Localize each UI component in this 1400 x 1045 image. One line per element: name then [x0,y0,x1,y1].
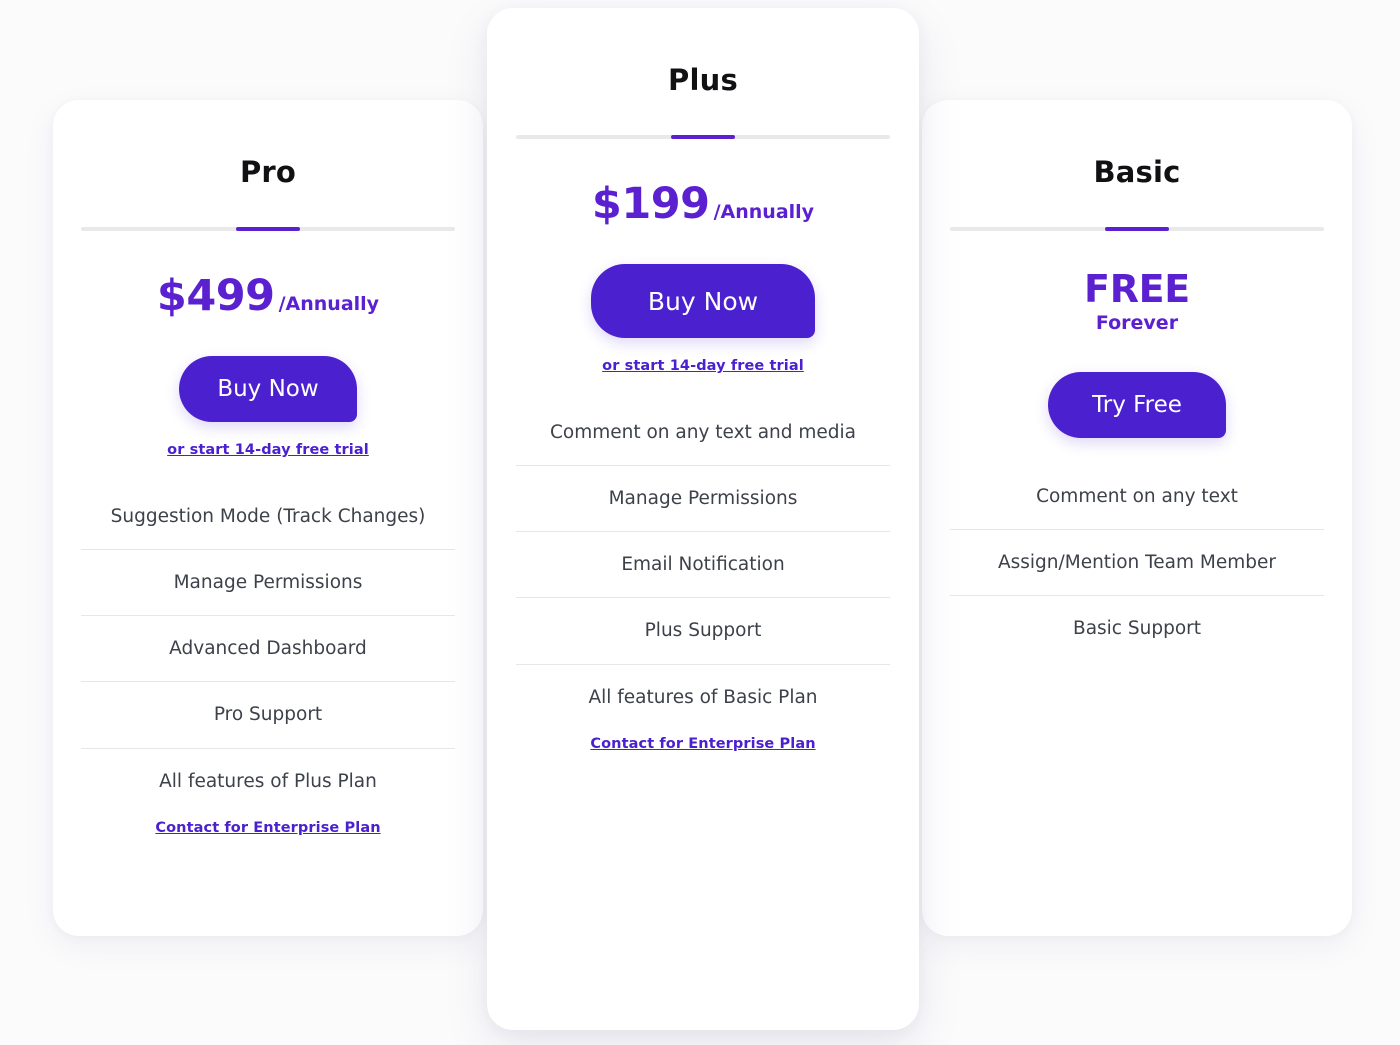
buy-now-button-plus[interactable]: Buy Now [591,264,815,338]
feature-item: All features of Plus Plan [159,770,377,792]
buy-now-button-pro[interactable]: Buy Now [179,356,357,422]
feature-list-basic: Comment on any text Assign/Mention Team … [950,464,1324,661]
feature-item: Manage Permissions [81,550,455,617]
feature-item: Basic Support [1073,617,1201,639]
price-period-pro: /Annually [278,293,380,315]
feature-item: Assign/Mention Team Member [950,530,1324,596]
feature-item: Suggestion Mode (Track Changes) [81,484,455,551]
feature-list-pro: Suggestion Mode (Track Changes) Manage P… [81,484,455,814]
plan-title-plus: Plus [668,63,738,97]
price-basic: FREE Forever [1084,267,1190,335]
feature-item: Manage Permissions [516,466,890,533]
enterprise-contact-link-pro[interactable]: Contact for Enterprise Plan [155,820,380,836]
try-free-button-basic[interactable]: Try Free [1048,371,1226,438]
feature-item: Advanced Dashboard [81,616,455,683]
feature-list-plus: Comment on any text and media Manage Per… [516,400,890,730]
price-period-plus: /Annually [713,201,815,223]
title-divider-basic [950,227,1324,231]
price-amount-plus: $199 [591,179,710,229]
title-divider-plus [516,135,890,139]
price-free-label: FREE [1084,267,1190,311]
pricing-page: Pro $499 /Annually Buy Now or start 14-d… [0,0,1400,1045]
feature-item: All features of Basic Plan [588,686,818,708]
price-free-sublabel: Forever [1095,312,1179,335]
enterprise-contact-link-plus[interactable]: Contact for Enterprise Plan [590,736,815,752]
pricing-card-plus: Plus $199 /Annually Buy Now or start 14-… [487,8,919,1030]
price-plus: $199 /Annually [592,183,814,226]
price-amount-pro: $499 [156,271,275,321]
plan-title-basic: Basic [1093,155,1181,189]
title-divider-pro [81,227,455,231]
plan-title-pro: Pro [239,155,297,189]
price-pro: $499 /Annually [157,275,379,318]
pricing-card-basic: Basic FREE Forever Try Free Comment on a… [922,100,1352,936]
free-trial-link-plus[interactable]: or start 14-day free trial [602,358,804,374]
feature-item: Plus Support [516,598,890,665]
feature-item: Comment on any text and media [516,400,890,467]
feature-item: Email Notification [516,532,890,599]
pricing-card-pro: Pro $499 /Annually Buy Now or start 14-d… [53,100,483,936]
free-trial-link-pro[interactable]: or start 14-day free trial [167,442,369,458]
feature-item: Comment on any text [950,464,1324,530]
feature-item: Pro Support [81,682,455,749]
